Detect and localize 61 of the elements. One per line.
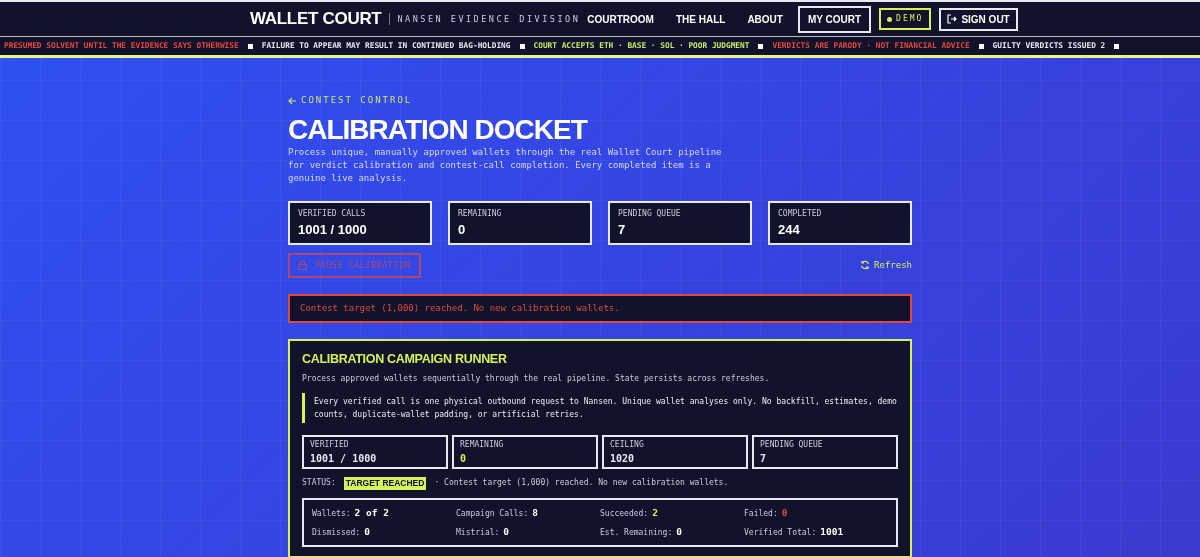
refresh-icon	[860, 260, 871, 271]
status-badge: TARGET REACHED	[343, 477, 427, 490]
stat-label: PENDING QUEUE	[618, 208, 682, 220]
summary-label: Mistrial:	[456, 528, 500, 538]
summary-label: Wallets:	[312, 508, 351, 519]
stat-value: 1001 / 1000	[298, 221, 368, 239]
stat-label: VERIFIED CALLS	[298, 208, 367, 220]
metric-label: REMAINING	[460, 439, 505, 451]
back-link[interactable]: CONTEST CONTROL	[288, 94, 413, 108]
sign-out-button[interactable]: SIGN OUT	[939, 7, 1018, 31]
lock-icon	[298, 260, 307, 271]
error-alert: Contest target (1,000) reached. No new calibration wallets.	[288, 293, 912, 324]
separator-icon	[519, 43, 525, 49]
panel-subtitle: Process approved wallets sequentially through the real pipeline. State persists across refreshes.	[302, 373, 771, 385]
summary-value: 2	[652, 506, 658, 519]
status-text: · Contest target (1,000) reached. No new calibration wallets.	[434, 477, 729, 490]
brand-title: WALLET COURT	[250, 8, 382, 31]
separator-icon	[978, 43, 984, 49]
status-dot-icon	[887, 16, 893, 22]
summary-value: 8	[532, 506, 538, 519]
my-court-button[interactable]: MY COURT	[797, 5, 872, 33]
metric-value: 0	[460, 452, 468, 466]
nav-link[interactable]: COURTROOM	[580, 7, 661, 31]
stat-value: 0	[458, 221, 467, 239]
metric-label: VERIFIED	[310, 439, 350, 451]
summary-value: 0	[676, 526, 682, 538]
sign-out-icon	[947, 14, 958, 24]
nav-link[interactable]: ABOUT	[740, 7, 790, 31]
separator-icon	[1114, 43, 1120, 49]
stat-value: 7	[618, 221, 627, 239]
summary-value: 1001	[820, 526, 844, 538]
metric-label: PENDING QUEUE	[760, 439, 824, 451]
stat-label: COMPLETED	[778, 208, 823, 220]
metric-label: CEILING	[610, 439, 645, 451]
separator-icon	[247, 43, 253, 49]
summary-value: 0	[781, 506, 788, 519]
arrow-left-icon	[288, 97, 297, 105]
summary-label: Succeeded:	[600, 508, 649, 519]
page-title: CALIBRATION DOCKET	[288, 116, 589, 144]
metric-value: 7	[760, 452, 768, 466]
metric-value: 1001 / 1000	[310, 452, 378, 466]
refresh-button[interactable]: Refresh	[860, 258, 912, 273]
status-label: STATUS:	[302, 477, 336, 490]
summary-label: Failed:	[744, 508, 778, 519]
summary-label: Campaign Calls:	[456, 508, 529, 519]
summary-label: Verified Total:	[744, 528, 817, 538]
summary-value: 0	[364, 526, 370, 538]
summary-label: Dismissed:	[312, 528, 361, 538]
summary-label: Est. Remaining:	[600, 528, 673, 538]
page-description: Process unique, manually approved wallets through the real Wallet Court pipeline for verdict calibration and contest-call completion. Every completed item is a genuine live analysis.	[288, 146, 723, 185]
panel-title: CALIBRATION CAMPAIGN RUNNER	[302, 351, 508, 369]
summary-value: 2 of 2	[354, 506, 389, 519]
brand-subtitle: NANSEN EVIDENCE DIVISION	[389, 12, 581, 26]
stat-value: 244	[778, 221, 801, 239]
notice-text: Every verified call is one physical outbound request to Nansen. Unique wallet analyses only. No backfill, estimates, demo counts, duplicate-wallet padding, or artificial retries.	[302, 393, 898, 423]
summary-value: 0	[503, 526, 510, 538]
metric-value: 1020	[610, 452, 636, 466]
separator-icon	[758, 43, 764, 49]
nav-link[interactable]: THE HALL	[668, 7, 733, 31]
demo-badge[interactable]: DEMO	[879, 8, 932, 30]
stat-label: REMAINING	[458, 208, 503, 220]
